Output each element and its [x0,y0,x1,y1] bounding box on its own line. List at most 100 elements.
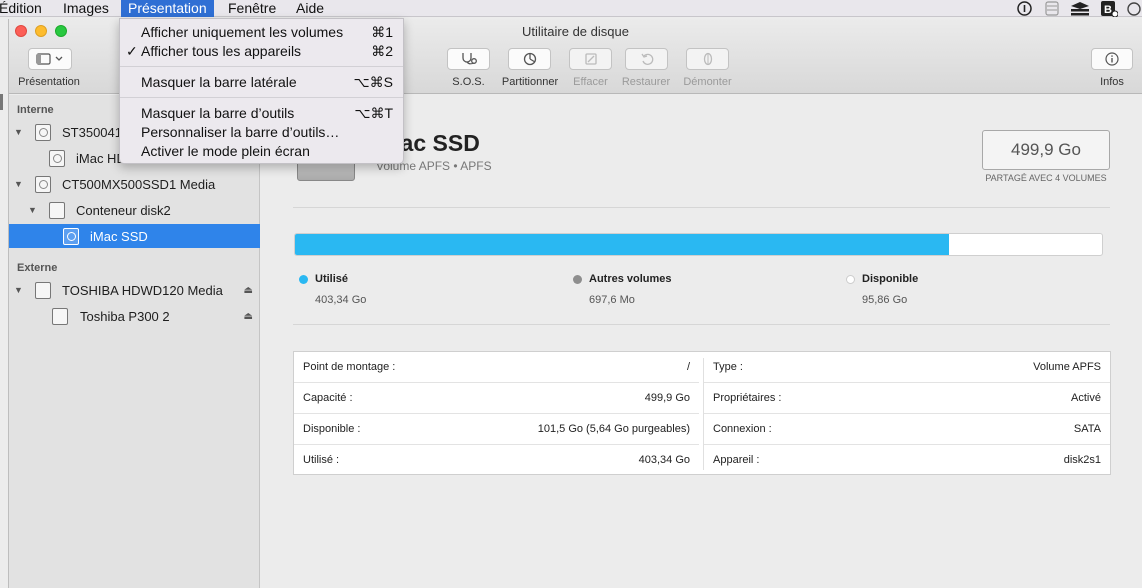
hard-disk-icon [35,123,51,141]
divider [293,207,1110,208]
hard-disk-icon [35,175,51,193]
sidebar-toggle-icon [36,53,63,65]
stethoscope-icon [461,53,477,65]
info-row-connection: Connexion : SATA [704,414,1110,445]
menu-item-label: Masquer la barre d’outils [141,105,295,121]
partition-label: Partitionner [501,76,559,88]
restore-label: Restaurer [621,76,671,88]
menu-item-shortcut: ⌘1 [371,24,393,40]
sidebar-item-label: TOSHIBA HDWD120 Media [62,282,223,298]
sidebar-item-ct500[interactable]: ▼ CT500MX500SSD1 Media [9,172,260,196]
info-key: Appareil : [713,454,760,466]
restore-button[interactable] [625,48,668,70]
menu-fenetre[interactable]: Fenêtre [221,0,283,17]
unmount-icon [703,52,712,66]
menu-item-hide-sidebar[interactable]: Masquer la barre latérale ⌥⌘S [120,73,403,92]
usage-bar-used [295,234,949,255]
info-row-available: Disponible : 101,5 Go (5,64 Go purgeable… [294,414,699,445]
main-panel: iMac SSD Volume APFS • APFS 499,9 Go PAR… [261,95,1142,588]
legend-other-value: 697,6 Mo [589,294,635,306]
partition-button[interactable] [508,48,551,70]
pie-chart-icon [523,52,536,66]
menu-item-label: Afficher uniquement les volumes [141,24,344,40]
background-window-edge [0,94,3,110]
disclosure-triangle-icon[interactable]: ▼ [14,285,23,295]
menu-aide[interactable]: Aide [289,0,331,17]
sidebar-item-label: iMac SSD [90,228,148,244]
erase-button[interactable] [569,48,612,70]
disclosure-triangle-icon[interactable]: ▼ [28,205,37,215]
bonjour-icon[interactable] [1126,1,1142,16]
unmount-button[interactable] [686,48,729,70]
legend-other-label: Autres volumes [589,273,672,285]
legend-available-label: Disponible [862,273,919,285]
sidebar-item-container[interactable]: ▼ Conteneur disk2 [9,198,260,222]
container-icon [49,201,65,219]
info-row-capacity: Capacité : 499,9 Go [294,383,699,414]
info-value: disk2s1 [1063,454,1101,466]
info-key: Capacité : [303,392,353,404]
menu-separator [120,66,403,67]
info-circle-icon[interactable] [1016,1,1032,16]
menu-item-label: Activer le mode plein écran [141,143,310,159]
menu-item-label: Afficher tous les appareils [141,43,302,59]
menu-item-shortcut: ⌥⌘T [354,105,393,121]
sidebar-item-toshiba-p300[interactable]: Toshiba P300 2 ⏏ [9,304,260,328]
menu-item-customize-toolbar[interactable]: Personnaliser la barre d’outils… [120,123,403,142]
database-icon[interactable] [1044,1,1060,16]
volume-icon [63,227,79,245]
svg-text:B: B [1104,4,1112,16]
info-key: Point de montage : [303,361,396,373]
menu-item-show-volumes[interactable]: Afficher uniquement les volumes ⌘1 [120,23,403,42]
info-value: 101,5 Go (5,64 Go purgeables) [537,423,690,435]
info-button[interactable] [1091,48,1133,70]
erase-label: Effacer [573,76,608,88]
section-external: Externe [17,262,58,274]
external-disk-icon [35,281,51,299]
beta-icon[interactable]: B [1101,0,1118,17]
menu-item-shortcut: ⌥⌘S [353,74,393,90]
divider [293,324,1110,325]
eject-icon[interactable]: ⏏ [244,285,253,296]
legend-available-value: 95,86 Go [862,294,908,306]
info-row-device: Appareil : disk2s1 [704,445,1110,476]
info-row-owners: Propriétaires : Activé [704,383,1110,414]
presentation-button[interactable] [28,48,72,70]
info-value: Volume APFS [1033,361,1101,373]
info-row-used: Utilisé : 403,34 Go [294,445,699,476]
legend-used-label: Utilisé [315,273,349,285]
stack-icon[interactable] [1070,1,1090,16]
disclosure-triangle-icon[interactable]: ▼ [14,179,23,189]
menu-item-fullscreen[interactable]: Activer le mode plein écran [120,142,403,161]
eject-icon[interactable]: ⏏ [244,311,253,322]
sidebar-item-label: Conteneur disk2 [76,202,171,218]
info-key: Type : [713,361,743,373]
volume-icon [49,149,65,167]
info-value: / [686,361,690,373]
info-icon [1105,52,1119,66]
sidebar-item-toshiba-media[interactable]: ▼ TOSHIBA HDWD120 Media ⏏ [9,278,260,302]
info-key: Disponible : [303,423,361,435]
disclosure-triangle-icon[interactable]: ▼ [14,127,23,137]
shared-note: PARTAGÉ AVEC 4 VOLUMES [985,173,1107,183]
menu-item-show-devices[interactable]: ✓ Afficher tous les appareils ⌘2 [120,42,403,61]
menu-item-label: Masquer la barre latérale [141,74,297,90]
sidebar-item-imac-ssd[interactable]: iMac SSD [9,224,260,248]
menu-presentation[interactable]: Présentation [121,0,214,17]
menu-separator [120,97,403,98]
first-aid-button[interactable] [447,48,490,70]
sidebar: Interne ▼ ST3500418AS Media iMac HD ▼ CT… [9,95,260,588]
section-internal: Interne [17,104,54,116]
menu-images[interactable]: Images [56,0,116,17]
menu-bar: Édition Images Présentation Fenêtre Aide… [0,0,1142,17]
info-row-type: Type : Volume APFS [704,352,1110,383]
volume-icon [52,307,68,325]
info-key: Utilisé : [303,454,340,466]
checkmark-icon: ✓ [126,43,138,59]
unmount-label: Démonter [683,76,732,88]
menu-edition[interactable]: Édition [0,0,49,17]
menu-item-shortcut: ⌘2 [371,43,393,59]
first-aid-label: S.O.S. [452,76,485,88]
menu-item-hide-toolbar[interactable]: Masquer la barre d’outils ⌥⌘T [120,104,403,123]
capacity-box: 499,9 Go [982,130,1110,170]
